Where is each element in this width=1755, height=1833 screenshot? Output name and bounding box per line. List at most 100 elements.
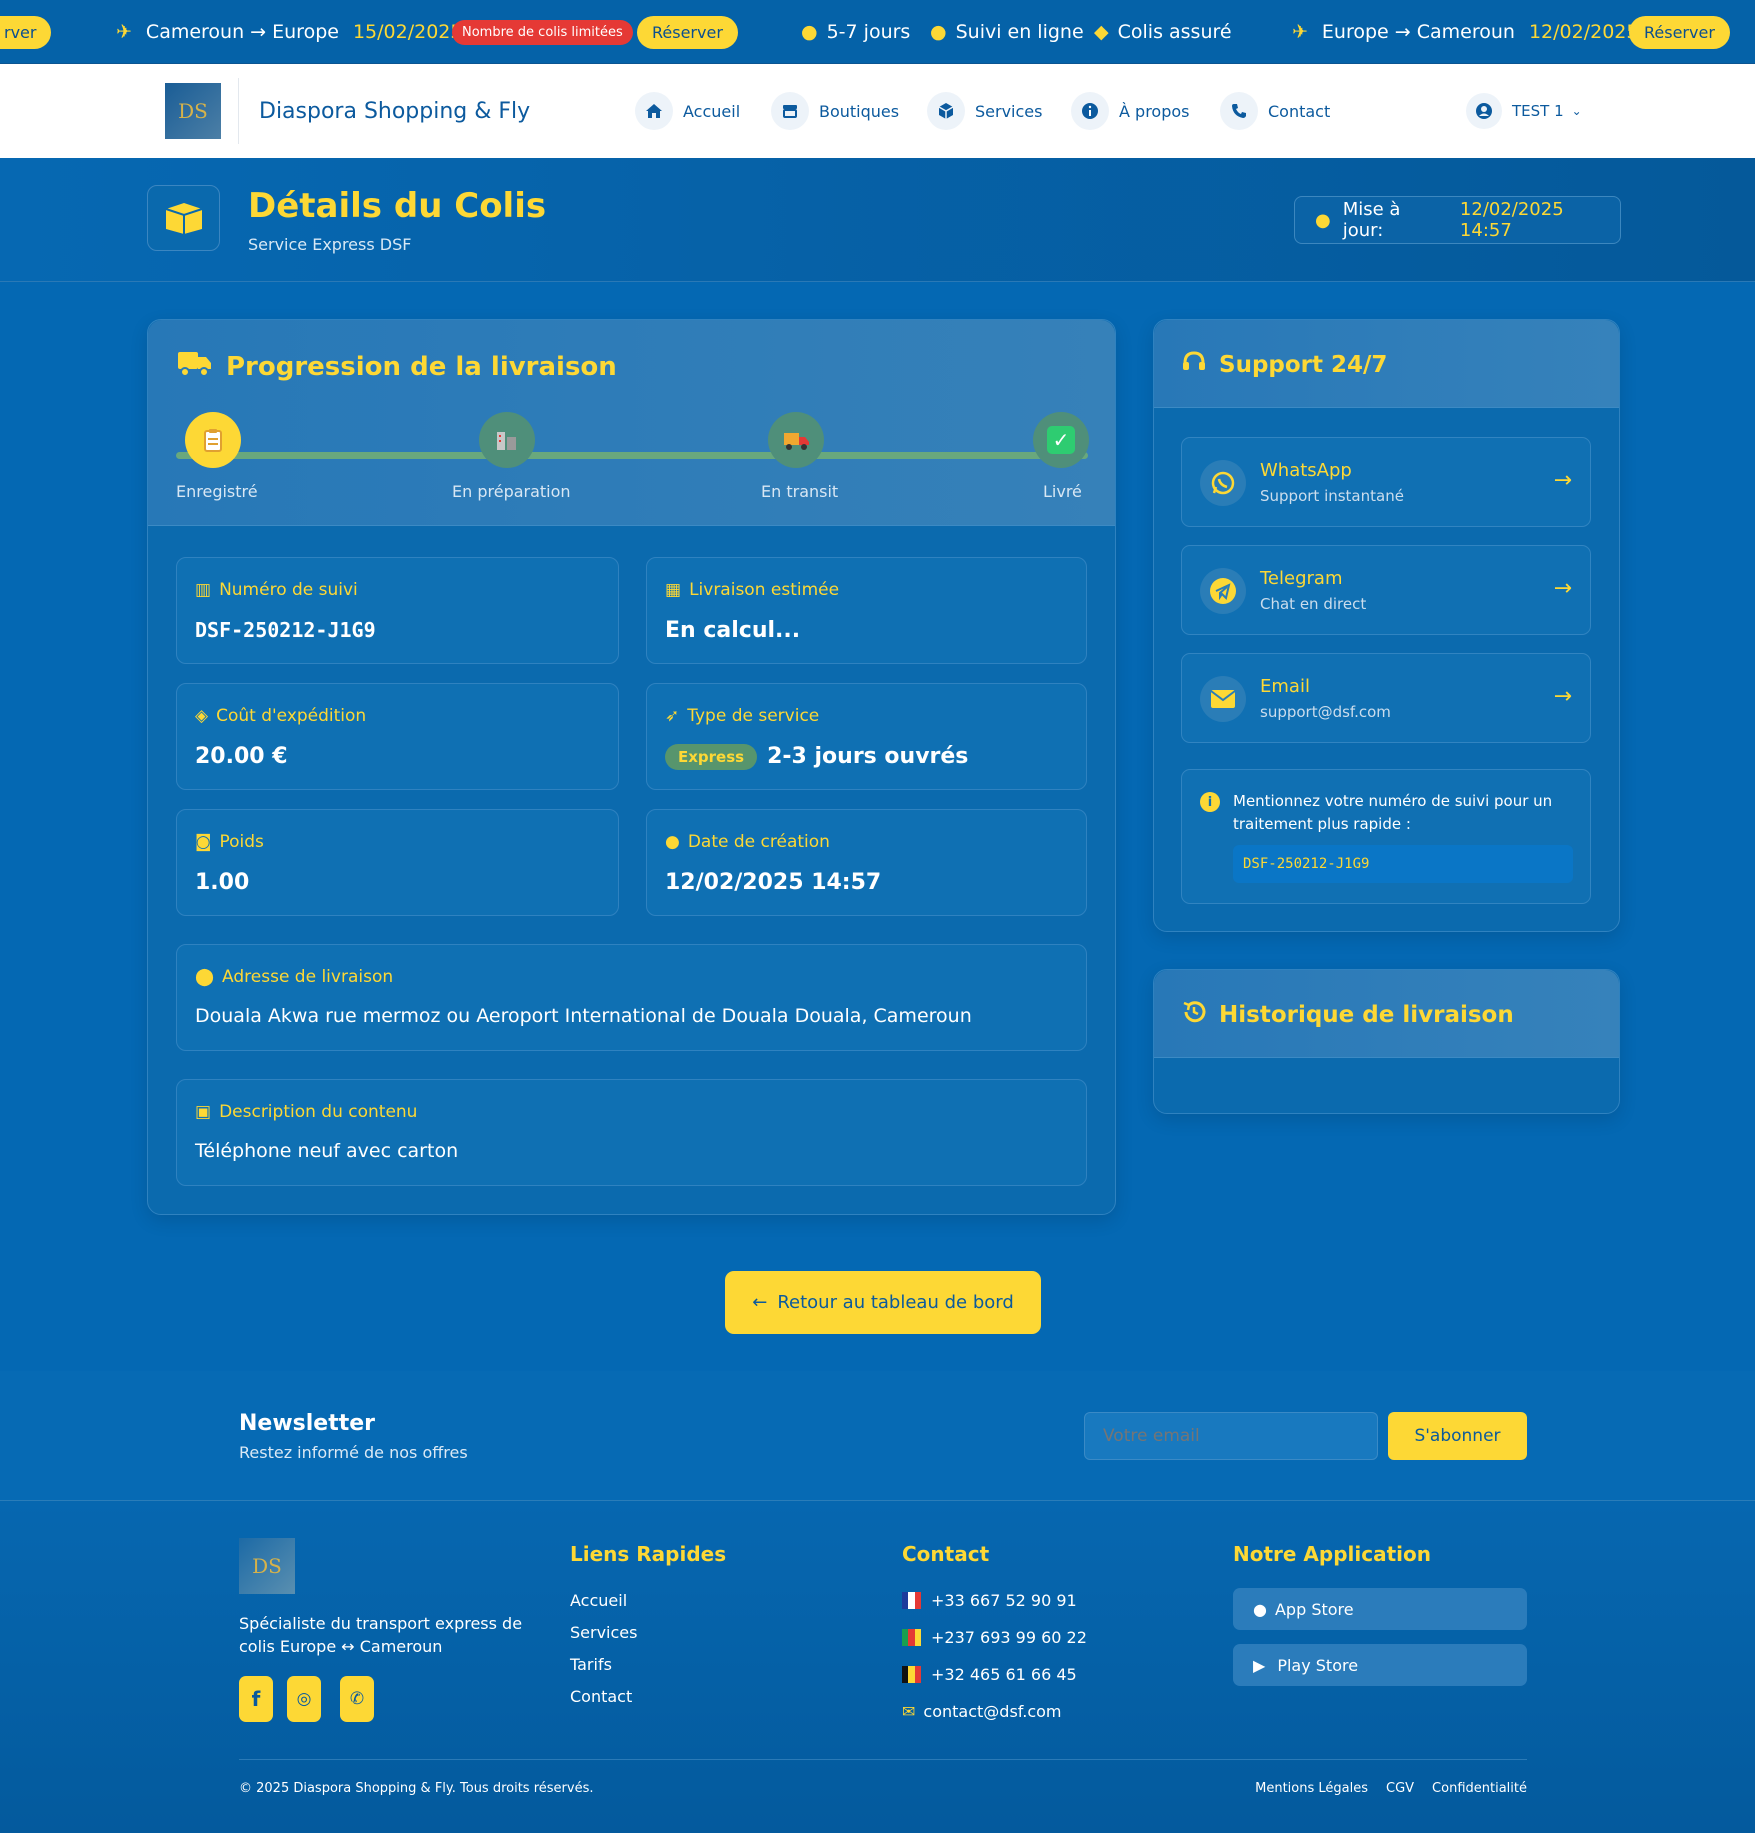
newsletter-section: Newsletter Restez informé de nos offres …	[0, 1371, 1755, 1501]
weight-label: ◙ Poids	[195, 832, 264, 852]
support-card: Support 24/7 WhatsApp Support instantané…	[1153, 319, 1620, 932]
quick-links-title: Liens Rapides	[570, 1542, 727, 1566]
step-label-registered: Enregistré	[176, 482, 258, 501]
limited-badge: Nombre de colis limitées	[452, 0, 633, 63]
creation-date-value: 12/02/2025 14:57	[665, 870, 882, 895]
app-title: Notre Application	[1233, 1542, 1431, 1566]
content-value: Téléphone neuf avec carton	[195, 1140, 459, 1162]
info-icon: i	[1200, 792, 1220, 812]
step-registered-icon	[185, 412, 241, 468]
facebook-icon[interactable]: f	[239, 1676, 273, 1722]
user-menu[interactable]: TEST 1 ⌄	[1466, 92, 1582, 130]
tag-icon: ◈	[195, 706, 209, 726]
envelope-icon	[1200, 676, 1246, 722]
privacy-link[interactable]: Confidentialité	[1432, 1781, 1527, 1796]
address-label: ⬤ Adresse de livraison	[195, 967, 394, 987]
plane-icon: ✈	[1292, 21, 1308, 43]
telegram-icon	[1200, 568, 1246, 614]
footer-link-tarifs[interactable]: Tarifs	[570, 1655, 612, 1674]
copyright: © 2025 Diaspora Shopping & Fly. Tous dro…	[239, 1781, 594, 1796]
estimated-delivery-box: ▦ Livraison estimée En calcul...	[646, 557, 1087, 664]
app-store-button[interactable]: ● App Store	[1233, 1588, 1527, 1630]
flag-cameroon-icon	[902, 1629, 921, 1646]
flag-france-icon	[902, 1592, 921, 1609]
envelope-icon: ✉	[902, 1702, 916, 1721]
estimated-delivery-label: ▦ Livraison estimée	[665, 580, 840, 600]
nav-services[interactable]: Services	[927, 92, 1042, 130]
route-europe-cameroun: ✈ Europe → Cameroun 12/02/2025	[1292, 21, 1639, 43]
page-subtitle: Service Express DSF	[248, 235, 412, 254]
support-whatsapp[interactable]: WhatsApp Support instantané →	[1181, 437, 1591, 527]
plane-icon: ✈	[116, 21, 132, 43]
check-icon: ✓	[1047, 426, 1075, 454]
phone-belgium[interactable]: +32 465 61 66 45	[902, 1665, 1077, 1684]
last-updated: ● Mise à jour: 12/02/2025 14:57	[1294, 196, 1621, 244]
cgv-link[interactable]: CGV	[1386, 1781, 1414, 1796]
arrow-left-icon: ←	[752, 1292, 768, 1313]
box-icon	[927, 92, 965, 130]
express-badge: Express	[665, 744, 758, 770]
parcel-details-card: Progression de la livraison ✓ Enregistré…	[147, 319, 1116, 1215]
progress-track	[176, 452, 1088, 459]
tracking-number: DSF-250212-J1G9	[195, 618, 376, 642]
contact-title: Contact	[902, 1542, 990, 1566]
history-icon	[1181, 999, 1207, 1031]
support-note: i Mentionnez votre numéro de suivi pour …	[1181, 769, 1591, 904]
nav-contact[interactable]: Contact	[1220, 92, 1330, 130]
back-to-dashboard-button[interactable]: ← Retour au tableau de bord	[725, 1271, 1041, 1334]
arrow-right-icon: →	[1553, 468, 1572, 493]
feature-tracking: ● Suivi en ligne	[930, 21, 1084, 43]
logo[interactable]: DS	[165, 83, 221, 139]
footer-link-contact[interactable]: Contact	[570, 1687, 632, 1706]
tracking-code-display: DSF-250212-J1G9	[1233, 845, 1573, 883]
nav-a-propos[interactable]: À propos	[1071, 92, 1189, 130]
headset-icon	[1181, 349, 1207, 381]
boxes-icon: ▣	[195, 1102, 212, 1122]
creation-date-label: ● Date de création	[665, 832, 830, 852]
clock-icon: ●	[1315, 209, 1331, 231]
footer-divider	[239, 1759, 1527, 1760]
support-email[interactable]: Email support@dsf.com →	[1181, 653, 1591, 743]
history-header: Historique de livraison	[1154, 970, 1619, 1058]
phone-icon	[1220, 92, 1258, 130]
cost-label: ◈ Coût d'expédition	[195, 706, 367, 726]
phone-cameroon[interactable]: +237 693 99 60 22	[902, 1628, 1087, 1647]
phone-france[interactable]: +33 667 52 90 91	[902, 1591, 1077, 1610]
partial-reserve-button[interactable]: rver	[0, 0, 52, 63]
newsletter-email-input[interactable]	[1084, 1412, 1378, 1460]
creation-date-box: ● Date de création 12/02/2025 14:57	[646, 809, 1087, 916]
nav-accueil[interactable]: Accueil	[635, 92, 740, 130]
instagram-icon[interactable]: ◎	[287, 1676, 321, 1722]
footer-link-accueil[interactable]: Accueil	[570, 1591, 627, 1610]
calendar-icon: ▦	[665, 580, 682, 600]
content-label: ▣ Description du contenu	[195, 1102, 418, 1122]
newsletter-subtitle: Restez informé de nos offres	[239, 1443, 468, 1462]
support-telegram[interactable]: Telegram Chat en direct →	[1181, 545, 1591, 635]
brand-name[interactable]: Diaspora Shopping & Fly	[238, 78, 530, 144]
newsletter-title: Newsletter	[239, 1411, 376, 1436]
play-store-button[interactable]: ▶ Play Store	[1233, 1644, 1527, 1686]
footer-link-services[interactable]: Services	[570, 1623, 637, 1642]
footer-about: Spécialiste du transport express de coli…	[239, 1614, 523, 1656]
history-card: Historique de livraison	[1153, 969, 1620, 1114]
reserve-button-1[interactable]: Réserver	[637, 0, 738, 63]
step-label-preparation: En préparation	[452, 482, 571, 501]
legal-mentions-link[interactable]: Mentions Légales	[1255, 1781, 1368, 1796]
progress-title: Progression de la livraison	[176, 348, 617, 385]
footer-email[interactable]: ✉ contact@dsf.com	[902, 1702, 1062, 1721]
rocket-icon: ➶	[665, 706, 680, 726]
nav-boutiques[interactable]: Boutiques	[771, 92, 899, 130]
feature-duration: ● 5-7 jours	[801, 21, 911, 43]
truck-fast-icon	[176, 348, 212, 385]
delivery-progress: Progression de la livraison ✓ Enregistré…	[148, 320, 1115, 526]
reserve-button-2[interactable]: Réserver	[1629, 0, 1730, 63]
clock-icon: ●	[665, 832, 680, 852]
whatsapp-icon[interactable]: ✆	[340, 1676, 374, 1722]
weight-icon: ◙	[195, 832, 212, 852]
footer-logo[interactable]: DS	[239, 1538, 295, 1594]
cost-value: 20.00 €	[195, 744, 288, 769]
flag-belgium-icon	[902, 1666, 921, 1683]
step-label-transit: En transit	[761, 482, 839, 501]
package-icon	[147, 185, 220, 251]
subscribe-button[interactable]: S'abonner	[1388, 1412, 1527, 1460]
